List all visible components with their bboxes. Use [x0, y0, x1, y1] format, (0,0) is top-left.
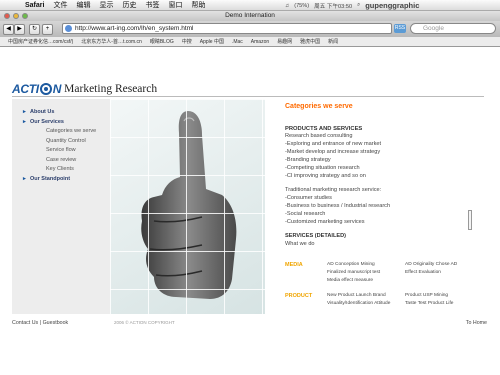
menu-app[interactable]: Safari — [25, 2, 44, 9]
table-cell: Visuality/Identification Attitude — [327, 301, 391, 306]
menu-window[interactable]: 窗口 — [168, 0, 182, 10]
menu-bar: Safari 文件 编辑 显示 历史 书签 窗口 帮助 ♫ (75%) 周五 下… — [0, 0, 500, 11]
content-column: Categories we serve PRODUCTS AND SERVICE… — [285, 103, 485, 248]
address-bar[interactable]: http://www.art-ing.com/lh/en_system.html — [62, 23, 392, 34]
consulting-item: -Branding strategy — [285, 157, 331, 163]
menu-bookmarks[interactable]: 书签 — [145, 0, 159, 10]
nav-quantity-control[interactable]: Quantity Control — [30, 137, 96, 147]
close-button[interactable] — [4, 13, 10, 19]
photo-grid-overlay — [110, 99, 265, 314]
bookmark-item[interactable]: 易趣网 — [277, 38, 292, 45]
minimize-button[interactable] — [13, 13, 19, 19]
zoom-button[interactable] — [22, 13, 28, 19]
table-row: PRODUCT New Product Launch Brand Product… — [285, 292, 485, 300]
table-row: Media effect measure — [285, 277, 485, 285]
search-placeholder: Google — [423, 25, 444, 32]
spotlight-icon[interactable]: ⌕ — [357, 2, 360, 9]
back-button[interactable]: ◀ — [3, 23, 14, 35]
contact-us-link[interactable]: Contact Us — [12, 320, 38, 326]
content-scroll-thumb[interactable] — [468, 210, 472, 230]
table-cell: Product USP Mining — [405, 293, 449, 298]
traditional-item: -Consumer studies — [285, 195, 332, 201]
bookmark-item[interactable]: .Mac — [232, 39, 243, 45]
detailed-services-table: MEDIA AD Conception Mining AD Originalit… — [285, 261, 485, 308]
to-home-link[interactable]: To Home — [466, 320, 487, 326]
globe-icon — [65, 25, 72, 32]
table-row: MEDIA AD Conception Mining AD Originalit… — [285, 261, 485, 269]
bookmarks-bar: 中国房产证券化信…com/csf/) 北京东方华人-首…t.com.cn 眼睛B… — [0, 37, 500, 47]
menu-history[interactable]: 历史 — [122, 0, 136, 10]
traditional-item: -Business to business / Industrial resea… — [285, 203, 391, 209]
bookmark-item[interactable]: 雅虎中国 — [300, 38, 320, 45]
research-based: Research based consulting — [285, 133, 353, 139]
nav-service-flow[interactable]: Service flow — [30, 146, 96, 156]
window-title: Demo Internation — [225, 12, 275, 19]
thumbs-up-photo — [110, 99, 265, 314]
nav-categories[interactable]: Categories we serve — [30, 127, 96, 137]
add-bookmark-button[interactable]: + — [42, 23, 53, 35]
browser-toolbar: ◀ ▶ ↻ + http://www.art-ing.com/lh/en_sys… — [0, 21, 500, 37]
guestbook-link[interactable]: Guestbook — [43, 320, 69, 326]
forward-button[interactable]: ▶ — [14, 23, 25, 35]
sound-icon[interactable]: ♫ — [285, 3, 289, 9]
nav-about-us[interactable]: About Us — [23, 108, 96, 118]
left-nav: About Us Our Services Categories we serv… — [23, 108, 96, 185]
rss-icon[interactable]: RSS — [394, 24, 406, 33]
table-cell: Taste Test Product Life — [405, 301, 454, 306]
copyright-text: 2006 © ACTION COPYRIGHT — [114, 320, 175, 325]
table-row: Finalized manuscript test Effect Evaluat… — [285, 269, 485, 277]
nav-our-standpoint[interactable]: Our Standpoint — [23, 175, 96, 185]
window-titlebar: Demo Internation — [0, 11, 500, 21]
nav-our-services[interactable]: Our Services — [23, 118, 96, 128]
bookmark-item[interactable]: 中搜 — [182, 38, 192, 45]
nav-case-review[interactable]: Case review — [30, 156, 96, 166]
what-we-do: What we do — [285, 241, 315, 247]
bookmark-item[interactable]: 新闻 — [328, 38, 338, 45]
search-input[interactable]: Google — [410, 23, 496, 34]
logo-tagline: Marketing Research — [64, 83, 158, 95]
bookmark-item[interactable]: Amazon — [251, 39, 269, 45]
section-heading: Categories we serve — [285, 103, 353, 110]
battery-status[interactable]: (75%) — [294, 3, 309, 9]
footer-separator: | — [39, 320, 42, 326]
traditional-title: Traditional marketing research service: — [285, 187, 382, 193]
bookmark-item[interactable]: 眼睛BLOG — [150, 38, 174, 45]
reload-button[interactable]: ↻ — [29, 23, 40, 35]
table-cell: AD Originality Chose AD — [405, 262, 458, 267]
address-url: http://www.art-ing.com/lh/en_system.html — [75, 25, 194, 32]
logo-wordmark-end: N — [52, 82, 62, 96]
menu-file[interactable]: 文件 — [53, 0, 67, 10]
action-logo[interactable]: ACTI N Marketing Research — [12, 82, 157, 96]
user-name[interactable]: gupenggraphic — [365, 1, 419, 10]
row-label-media: MEDIA — [285, 262, 303, 268]
table-cell: Finalized manuscript test — [327, 270, 381, 275]
detailed-title: SERVICES (DETAILED) — [285, 233, 347, 239]
consulting-item: -CI improving strategy and so on — [285, 173, 366, 179]
table-cell: AD Conception Mining — [327, 262, 375, 267]
clock[interactable]: 周五 下午03:50 — [314, 2, 352, 10]
table-cell — [405, 277, 485, 285]
bookmark-item[interactable]: 北京东方华人-首…t.com.cn — [81, 38, 142, 45]
nav-key-clients[interactable]: Key Clients — [30, 165, 96, 175]
logo-wordmark: ACTI — [12, 82, 39, 96]
bookmark-item[interactable]: Apple 中国 — [200, 38, 224, 45]
menu-view[interactable]: 显示 — [99, 0, 113, 10]
table-cell: Effect Evaluation — [405, 270, 441, 275]
traditional-item: -Social research — [285, 211, 326, 217]
consulting-item: -Market develop and increase strategy — [285, 149, 381, 155]
logo-o-icon — [39, 83, 52, 95]
page-viewport: ACTI N Marketing Research About Us Our S… — [0, 48, 500, 375]
header-divider — [12, 96, 484, 97]
consulting-item: -Exploring and entrance of new market — [285, 141, 382, 147]
table-cell: New Product Launch Brand — [327, 293, 386, 298]
menu-help[interactable]: 帮助 — [191, 0, 205, 10]
menu-edit[interactable]: 编辑 — [76, 0, 90, 10]
table-row: Visuality/Identification Attitude Taste … — [285, 300, 485, 308]
row-label-product: PRODUCT — [285, 293, 313, 299]
consulting-item: -Competing situation research — [285, 165, 360, 171]
table-cell: Media effect measure — [327, 278, 374, 283]
bookmark-item[interactable]: 中国房产证券化信…com/csf/) — [8, 38, 73, 45]
traditional-item: -Customized marketing services — [285, 219, 365, 225]
